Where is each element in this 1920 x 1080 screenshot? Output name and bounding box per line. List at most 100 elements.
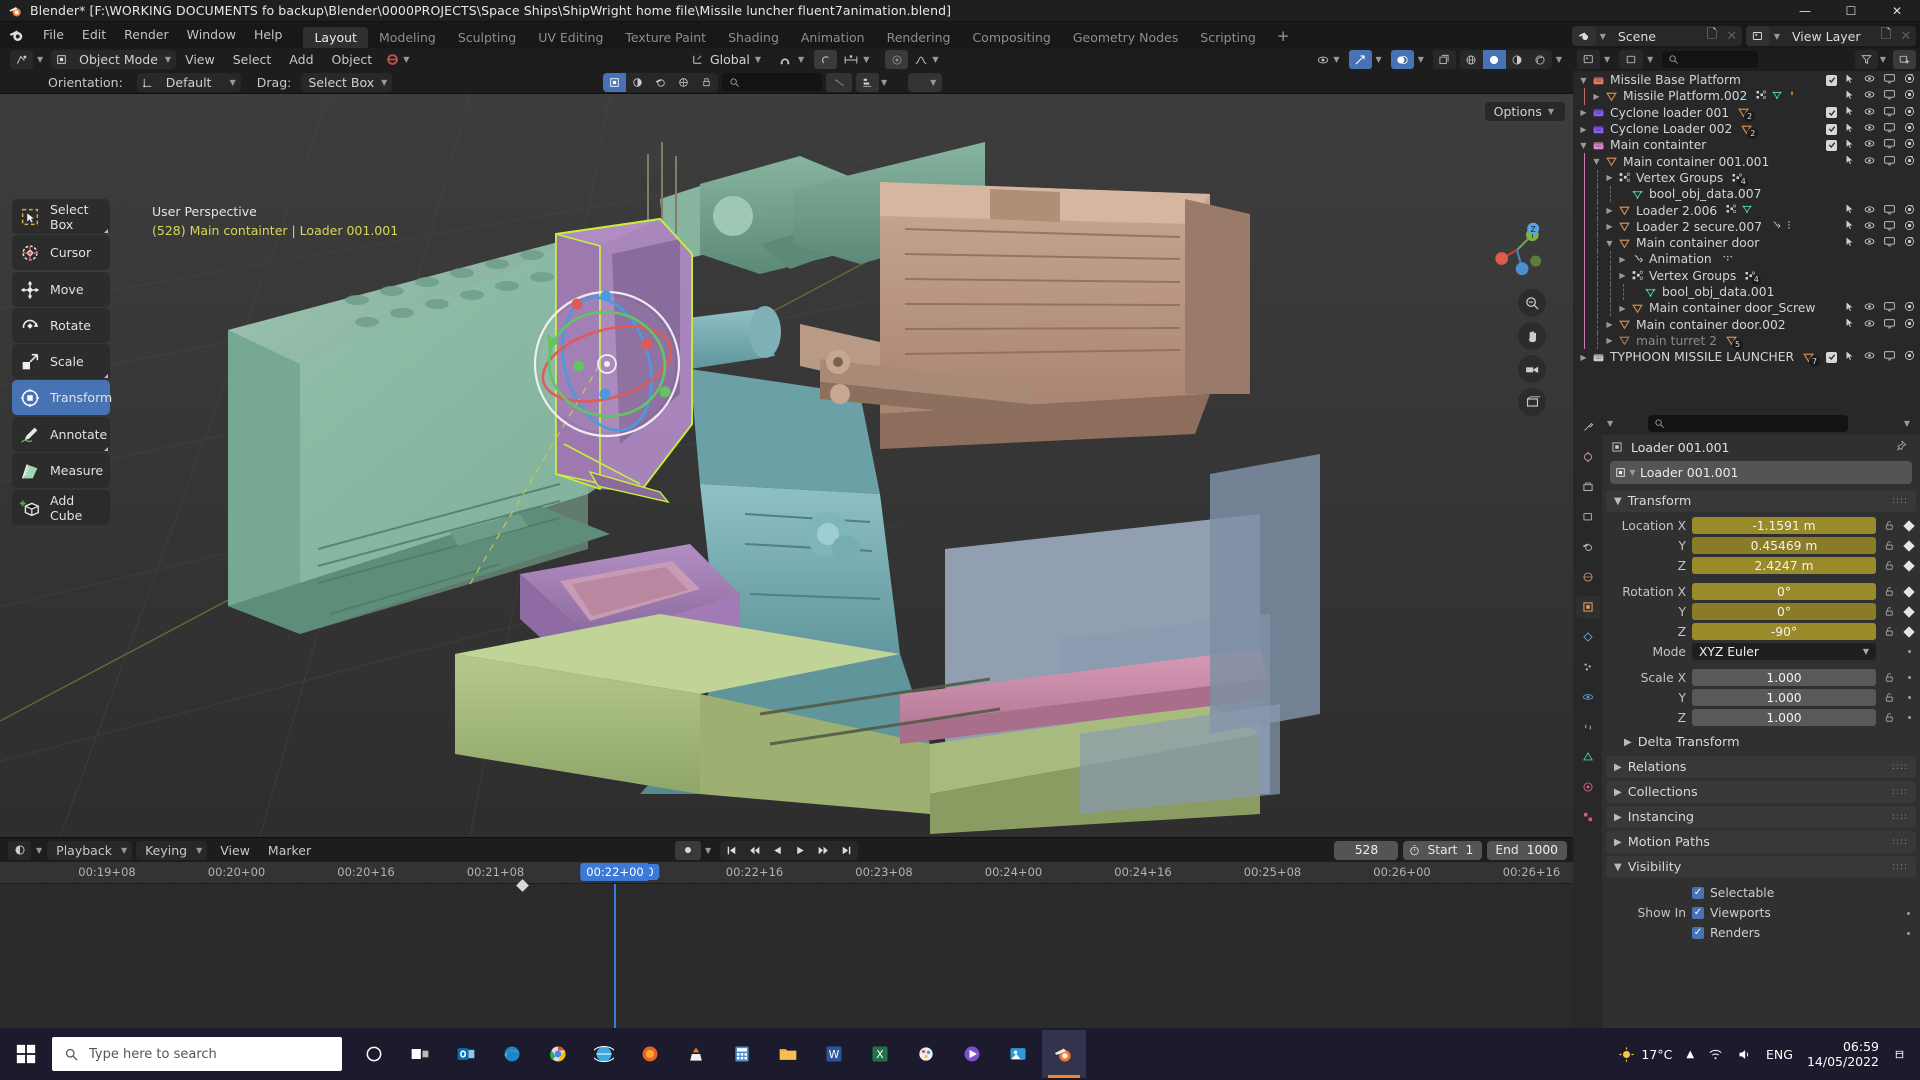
network-icon[interactable] <box>1708 1047 1723 1062</box>
firefox-icon[interactable] <box>628 1030 672 1078</box>
volume-icon[interactable] <box>1737 1047 1752 1062</box>
animate-property-diamond[interactable] <box>1902 625 1916 638</box>
disable-viewport-monitor-icon[interactable] <box>1883 317 1896 333</box>
disclosure-triangle[interactable]: ▶ <box>1590 92 1603 101</box>
disclosure-triangle[interactable]: ▶ <box>1603 320 1616 329</box>
panel-motion-paths[interactable]: ▶ Motion Paths:::: <box>1606 831 1916 853</box>
maximize-button[interactable]: ☐ <box>1828 0 1874 22</box>
lock-icon[interactable] <box>1882 692 1896 703</box>
outliner-row[interactable]: ▶ Vertex Groups 4 <box>1573 267 1920 285</box>
workspace-tab-shading[interactable]: Shading <box>717 27 790 48</box>
workspace-tab-layout[interactable]: Layout <box>303 27 368 48</box>
hide-viewport-eye-icon[interactable] <box>1863 105 1876 121</box>
outliner-row[interactable]: ▶ Main container door_Screw <box>1573 300 1920 317</box>
tool-annotate[interactable]: Annotate <box>12 417 110 452</box>
animate-property-dot[interactable] <box>1902 676 1916 679</box>
timeline-keyframe-area[interactable]: 00:22+00 <box>0 863 1573 1049</box>
field-value[interactable]: 1.000 <box>1692 689 1876 706</box>
proportional-editing-icon[interactable] <box>913 53 929 67</box>
outliner-row[interactable]: ▼ Main containter <box>1573 137 1920 153</box>
timeline-menu-keying[interactable]: Keying <box>136 843 196 858</box>
outliner-row[interactable]: ▶ Missile Platform.002 <box>1573 88 1920 105</box>
tab-scene[interactable] <box>1576 536 1600 558</box>
animate-property-diamond[interactable] <box>1902 605 1916 618</box>
rendered-shading-button[interactable] <box>1529 50 1552 69</box>
add-workspace-button[interactable]: + <box>1267 27 1300 48</box>
disable-selection-icon[interactable] <box>1844 105 1856 120</box>
disable-render-camera-icon[interactable] <box>1903 349 1916 365</box>
start-button[interactable] <box>0 1028 52 1080</box>
media-icon[interactable] <box>950 1030 994 1078</box>
disable-selection-icon[interactable] <box>1844 301 1856 316</box>
workspace-tab-scripting[interactable]: Scripting <box>1189 27 1267 48</box>
browser-icon[interactable] <box>582 1030 626 1078</box>
panel-collections[interactable]: ▶ Collections:::: <box>1606 781 1916 803</box>
menu-edit[interactable]: Edit <box>73 24 115 46</box>
field-value[interactable]: 2.4247 m <box>1692 557 1876 574</box>
tab-world[interactable] <box>1576 566 1600 588</box>
disclosure-triangle[interactable]: ▶ <box>1603 173 1616 182</box>
lock-icon[interactable] <box>1882 606 1896 617</box>
disable-viewport-monitor-icon[interactable] <box>1883 219 1896 235</box>
delta-transform-panel-header[interactable]: ▶ Delta Transform <box>1616 731 1916 753</box>
lock-icon[interactable] <box>1882 586 1896 597</box>
disclosure-triangle[interactable]: ▼ <box>1577 141 1590 150</box>
menu-help[interactable]: Help <box>245 24 292 46</box>
3d-viewport[interactable]: User Perspective (528) Main containter |… <box>0 94 1573 837</box>
weather-widget[interactable]: 17°C <box>1618 1046 1672 1063</box>
properties-search-input[interactable] <box>1648 415 1849 432</box>
disable-selection-icon[interactable] <box>1844 219 1856 234</box>
tab-physics[interactable] <box>1576 686 1600 708</box>
disclosure-triangle[interactable]: ▶ <box>1616 304 1629 313</box>
play-button[interactable] <box>789 841 812 860</box>
object-name-field[interactable]: ▼ Loader 001.001 <box>1610 461 1912 484</box>
viewports-checkbox[interactable]: ✓ <box>1692 907 1704 919</box>
exclude-checkbox[interactable] <box>1826 123 1837 135</box>
exclude-checkbox[interactable] <box>1826 351 1837 363</box>
select-difference-button[interactable] <box>672 73 695 92</box>
timeline-menu-playback[interactable]: Playback <box>47 843 121 858</box>
lock-icon[interactable] <box>1882 626 1896 637</box>
mode-selector[interactable]: Object Mode ▼ <box>51 50 177 69</box>
timeline-menu-view[interactable]: View <box>211 843 259 858</box>
disclosure-triangle[interactable]: ▶ <box>1603 222 1616 231</box>
tab-tool[interactable] <box>1576 416 1600 438</box>
disable-render-camera-icon[interactable] <box>1903 105 1916 121</box>
snap-magnet-red-icon[interactable] <box>385 52 400 67</box>
disable-selection-icon[interactable] <box>1844 89 1856 104</box>
outliner-search-input[interactable] <box>1662 51 1758 68</box>
outliner-row[interactable]: ▶ Cyclone loader 001 2 <box>1573 105 1920 123</box>
tab-constraints[interactable] <box>1576 716 1600 738</box>
calculator-icon[interactable] <box>720 1030 764 1078</box>
outliner-row[interactable]: ▶ Loader 2 secure.007 <box>1573 218 1920 235</box>
paint-icon[interactable] <box>904 1030 948 1078</box>
disable-viewport-monitor-icon[interactable] <box>1883 300 1896 316</box>
playback-controls[interactable] <box>720 840 858 860</box>
animate-property-dot[interactable] <box>1902 716 1916 719</box>
lock-icon[interactable] <box>1882 672 1896 683</box>
disable-render-camera-icon[interactable] <box>1903 154 1916 170</box>
tab-particles[interactable] <box>1576 656 1600 678</box>
workspace-tab-modeling[interactable]: Modeling <box>368 27 447 48</box>
new-collection-button[interactable] <box>1893 50 1916 69</box>
disclosure-triangle[interactable]: ▶ <box>1577 108 1590 117</box>
tool-move[interactable]: Move <box>12 272 110 307</box>
outliner-row[interactable]: ▼ Missile Base Platform <box>1573 72 1920 88</box>
xray-toggle-button[interactable] <box>1432 50 1456 69</box>
wireframe-shading-button[interactable] <box>1460 50 1483 69</box>
taskbar-search-input[interactable]: Type here to search <box>52 1037 342 1071</box>
viewport-options-button[interactable]: Options ▼ <box>1484 102 1565 121</box>
disable-selection-icon[interactable] <box>1844 138 1856 153</box>
tool-measure[interactable]: Measure <box>12 453 110 488</box>
outliner-row[interactable]: ▶ Animation <box>1573 251 1920 268</box>
unlink-scene-button[interactable]: ✕ <box>1722 26 1742 46</box>
end-frame-value[interactable]: 1000 <box>1527 843 1567 857</box>
tab-data[interactable] <box>1576 746 1600 768</box>
start-frame-value[interactable]: 1 <box>1466 843 1483 857</box>
outliner-row[interactable]: ▶ TYPHOON MISSILE LAUNCHER 7 <box>1573 349 1920 367</box>
disable-render-camera-icon[interactable] <box>1903 300 1916 316</box>
visibility-panel-header[interactable]: ▼ Visibility :::: <box>1606 856 1916 878</box>
new-scene-button[interactable]: 🗋 <box>1702 26 1722 46</box>
disable-viewport-monitor-icon[interactable] <box>1883 349 1896 365</box>
scene-selector[interactable]: ▼ Scene 🗋 ✕ <box>1571 26 1742 46</box>
